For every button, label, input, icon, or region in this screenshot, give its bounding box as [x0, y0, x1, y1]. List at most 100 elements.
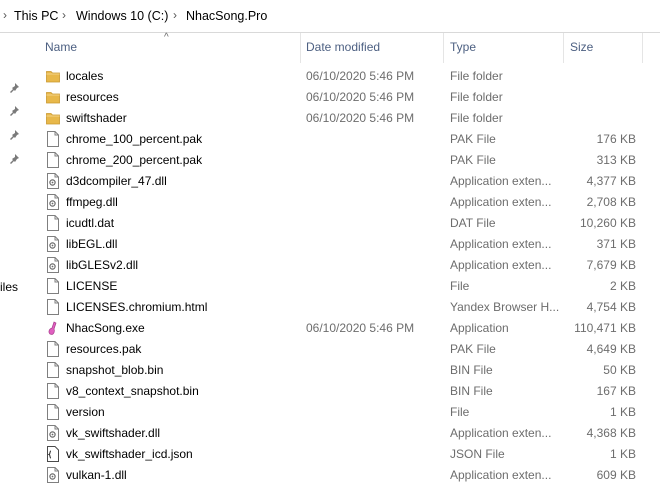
file-row[interactable]: chrome_200_percent.pak PAK File 313 KB [0, 150, 660, 171]
file-type: PAK File [450, 153, 496, 167]
file-type: DAT File [450, 216, 496, 230]
file-name: version [66, 405, 105, 419]
file-row[interactable]: LICENSES.chromium.html Yandex Browser H..… [0, 297, 660, 318]
column-divider[interactable] [300, 33, 301, 63]
file-type: Application exten... [450, 174, 552, 188]
file-size: 4,377 KB [586, 174, 636, 188]
file-type: Application exten... [450, 195, 552, 209]
chevron-right-icon: › [3, 8, 7, 22]
file-type: BIN File [450, 363, 493, 377]
file-date-modified: 06/10/2020 5:46 PM [306, 111, 415, 125]
json-icon [46, 446, 60, 462]
folder-icon [46, 89, 60, 105]
file-size: 7,679 KB [586, 258, 636, 272]
column-divider[interactable] [642, 33, 643, 63]
dll-icon [46, 194, 60, 210]
column-divider[interactable] [443, 33, 444, 63]
file-row[interactable]: icudtl.dat DAT File 10,260 KB [0, 213, 660, 234]
address-bar[interactable]: › This PC › Windows 10 (C:) › NhacSong.P… [0, 0, 660, 33]
file-row[interactable]: libEGL.dll Application exten... 371 KB [0, 234, 660, 255]
file-type: Application exten... [450, 237, 552, 251]
file-name: NhacSong.exe [66, 321, 145, 335]
file-row[interactable]: version File 1 KB [0, 402, 660, 423]
breadcrumb-drive[interactable]: Windows 10 (C:) [76, 9, 168, 23]
chevron-right-icon[interactable]: › [173, 8, 177, 22]
file-size: 609 KB [596, 468, 636, 482]
column-divider[interactable] [563, 33, 564, 63]
file-name: vulkan-1.dll [66, 468, 127, 482]
file-row[interactable]: vk_swiftshader.dll Application exten... 4,… [0, 423, 660, 444]
file-row[interactable]: chrome_100_percent.pak PAK File 176 KB [0, 129, 660, 150]
file-row[interactable]: v8_context_snapshot.bin BIN File 167 KB [0, 381, 660, 402]
breadcrumb-folder[interactable]: NhacSong.Pro [186, 9, 267, 23]
file-size: 2 KB [609, 279, 636, 293]
file-name: ffmpeg.dll [66, 195, 118, 209]
file-name: libEGL.dll [66, 237, 118, 251]
column-header-type[interactable]: Type [450, 40, 476, 54]
file-type: Application exten... [450, 468, 552, 482]
column-header-name[interactable]: Name [45, 40, 77, 54]
file-type: JSON File [450, 447, 505, 461]
file-row[interactable]: locales 06/10/2020 5:46 PM File folder [0, 66, 660, 87]
file-size: 167 KB [596, 384, 636, 398]
file-name: resources.pak [66, 342, 142, 356]
file-name: LICENSES.chromium.html [66, 300, 208, 314]
file-row[interactable]: NhacSong.exe 06/10/2020 5:46 PM Applicatio… [0, 318, 660, 339]
file-row[interactable]: ffmpeg.dll Application exten... 2,708 KB [0, 192, 660, 213]
dll-icon [46, 425, 60, 441]
file-size: 371 KB [596, 237, 636, 251]
file-type: BIN File [450, 384, 493, 398]
breadcrumb-this-pc[interactable]: This PC [14, 9, 58, 23]
column-header-date[interactable]: Date modified [306, 40, 380, 54]
file-type: File [450, 279, 470, 293]
folder-icon [46, 68, 60, 84]
file-type: File folder [450, 90, 503, 104]
file-size: 176 KB [596, 132, 636, 146]
file-row[interactable]: vulkan-1.dll Application exten... 609 KB [0, 465, 660, 486]
file-date-modified: 06/10/2020 5:46 PM [306, 69, 415, 83]
file-type: Application exten... [450, 426, 552, 440]
file-name: snapshot_blob.bin [66, 363, 164, 377]
file-size: 10,260 KB [579, 216, 636, 230]
file-type: PAK File [450, 132, 496, 146]
file-icon [46, 362, 60, 378]
file-size: 313 KB [596, 153, 636, 167]
file-size: 4,754 KB [586, 300, 636, 314]
file-row[interactable]: snapshot_blob.bin BIN File 50 KB [0, 360, 660, 381]
file-type: Application exten... [450, 258, 552, 272]
file-name: swiftshader [66, 111, 127, 125]
file-icon [46, 341, 60, 357]
file-size: 1 KB [609, 405, 636, 419]
file-row[interactable]: resources.pak PAK File 4,649 KB [0, 339, 660, 360]
file-row[interactable]: libGLESv2.dll Application exten... 7,679 K… [0, 255, 660, 276]
file-name: locales [66, 69, 104, 83]
file-name: LICENSE [66, 279, 118, 293]
file-name: d3dcompiler_47.dll [66, 174, 167, 188]
file-name: chrome_100_percent.pak [66, 132, 203, 146]
file-name: vk_swiftshader_icd.json [66, 447, 193, 461]
file-size: 1 KB [609, 447, 636, 461]
file-name: vk_swiftshader.dll [66, 426, 161, 440]
file-type: File [450, 405, 470, 419]
file-size: 2,708 KB [586, 195, 636, 209]
file-icon [46, 278, 60, 294]
file-date-modified: 06/10/2020 5:46 PM [306, 90, 415, 104]
file-row[interactable]: d3dcompiler_47.dll Application exten... 4,… [0, 171, 660, 192]
file-name: v8_context_snapshot.bin [66, 384, 199, 398]
file-row[interactable]: resources 06/10/2020 5:46 PM File folder [0, 87, 660, 108]
column-header-size[interactable]: Size [570, 40, 593, 54]
file-icon [46, 215, 60, 231]
file-name: icudtl.dat [66, 216, 115, 230]
file-type: Yandex Browser H... [450, 300, 560, 314]
file-type: File folder [450, 69, 503, 83]
file-row[interactable]: swiftshader 06/10/2020 5:46 PM File folder [0, 108, 660, 129]
file-icon [46, 299, 60, 315]
app-icon [46, 320, 60, 336]
file-row[interactable]: LICENSE File 2 KB [0, 276, 660, 297]
dll-icon [46, 236, 60, 252]
file-size: 4,649 KB [586, 342, 636, 356]
chevron-right-icon[interactable]: › [62, 8, 66, 22]
file-size: 4,368 KB [586, 426, 636, 440]
file-row[interactable]: vk_swiftshader_icd.json JSON File 1 KB [0, 444, 660, 465]
file-icon [46, 131, 60, 147]
